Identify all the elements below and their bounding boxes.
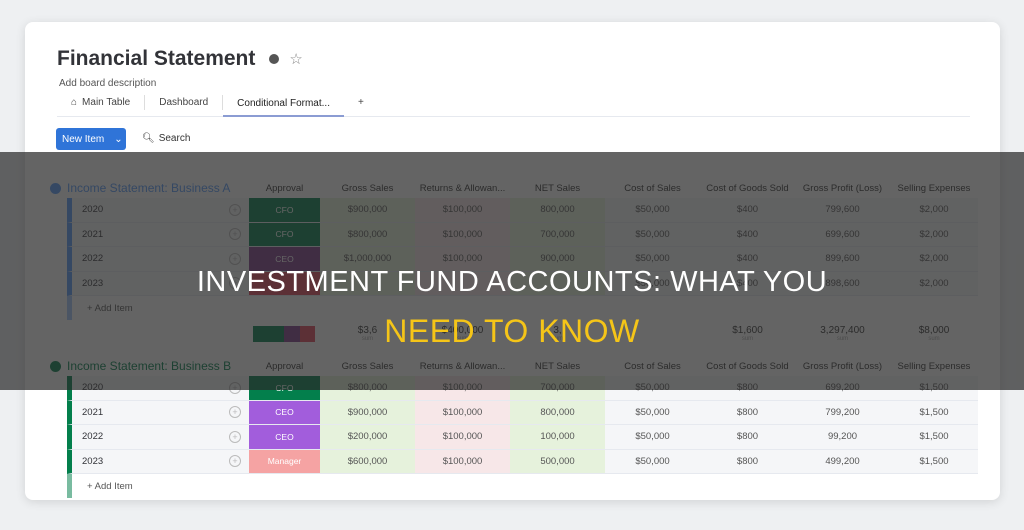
- add-update-icon[interactable]: +: [229, 430, 241, 443]
- add-update-icon[interactable]: +: [229, 406, 241, 419]
- table-row[interactable]: 2021 + CEO $900,000 $100,000 800,000 $50,000 $…: [67, 400, 978, 425]
- headline-line-1: INVESTMENT FUND ACCOUNTS: WHAT YOU: [196, 266, 828, 298]
- table-cell[interactable]: $200,000: [320, 425, 415, 449]
- table-cell[interactable]: 99,200: [795, 425, 890, 449]
- item-name-text: 2022: [82, 431, 104, 443]
- table-cell[interactable]: 800,000: [510, 400, 605, 424]
- tab-label: Main Table: [82, 97, 131, 108]
- table-cell[interactable]: 100,000: [510, 425, 605, 449]
- info-icon[interactable]: [269, 54, 280, 64]
- item-name[interactable]: 2023 +: [72, 450, 249, 474]
- tab-label: Conditional Format...: [237, 97, 330, 109]
- tab-label: Dashboard: [159, 97, 209, 108]
- new-item-label: New Item: [62, 133, 105, 145]
- item-name-text: 2023: [82, 455, 104, 467]
- board-title-text: Financial Statement: [57, 47, 256, 70]
- item-name-text: 2021: [82, 406, 104, 418]
- add-view-button[interactable]: +: [344, 95, 378, 110]
- table-row[interactable]: 2022 + CEO $200,000 $100,000 100,000 $50,000 $…: [67, 425, 978, 450]
- chevron-down-icon[interactable]: ⌄: [114, 134, 122, 145]
- home-icon: ⌂: [71, 97, 78, 108]
- table-cell[interactable]: 500,000: [510, 449, 605, 473]
- table-cell[interactable]: $1,500: [890, 425, 978, 449]
- search-label: Search: [158, 133, 191, 144]
- view-tabs: ⌂ Main Table Dashboard Conditional Format…: [57, 95, 970, 117]
- approval-status[interactable]: Manager: [249, 449, 320, 473]
- table-cell[interactable]: $800: [700, 401, 795, 425]
- add-item-row[interactable]: + Add Item: [67, 474, 978, 498]
- headline-line-2: NEED TO KNOW: [384, 313, 640, 349]
- approval-status[interactable]: CEO: [249, 425, 320, 449]
- table-cell[interactable]: $50,000: [605, 425, 700, 449]
- table-cell[interactable]: $800: [700, 425, 795, 449]
- table-cell[interactable]: $800: [700, 450, 795, 474]
- tab-dashboard[interactable]: Dashboard: [145, 95, 224, 110]
- table-cell[interactable]: $50,000: [605, 401, 700, 425]
- add-update-icon[interactable]: +: [229, 455, 241, 468]
- search-icon: 🔍︎: [142, 133, 155, 144]
- search-button[interactable]: 🔍︎ Search: [142, 133, 190, 144]
- table-cell[interactable]: $900,000: [320, 400, 415, 424]
- table-cell[interactable]: $1,500: [890, 401, 978, 425]
- table-cell[interactable]: $100,000: [415, 425, 510, 449]
- new-item-button[interactable]: New Item ⌄: [56, 128, 126, 150]
- table-cell[interactable]: 799,200: [795, 401, 890, 425]
- table-cell[interactable]: $1,500: [890, 450, 978, 474]
- item-name[interactable]: 2021 +: [72, 401, 249, 425]
- approval-status[interactable]: CEO: [249, 400, 320, 424]
- table-cell[interactable]: $600,000: [320, 449, 415, 473]
- table-cell[interactable]: 499,200: [795, 450, 890, 474]
- table-cell[interactable]: $50,000: [605, 450, 700, 474]
- board-description[interactable]: Add board description: [59, 78, 156, 89]
- tab-main-table[interactable]: ⌂ Main Table: [57, 95, 146, 110]
- tab-conditional-formatting[interactable]: Conditional Format...: [223, 95, 344, 117]
- star-icon[interactable]: ☆: [289, 50, 302, 68]
- board-title: Financial Statement ☆: [57, 47, 303, 71]
- table-cell[interactable]: $100,000: [415, 449, 510, 473]
- table-row[interactable]: 2023 + Manager $600,000 $100,000 500,000 $50,…: [67, 449, 978, 474]
- item-name[interactable]: 2022 +: [72, 425, 249, 449]
- table-cell[interactable]: $100,000: [415, 400, 510, 424]
